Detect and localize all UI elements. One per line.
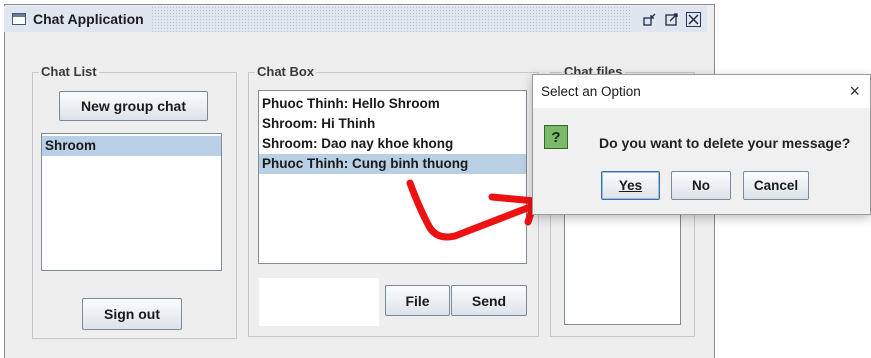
question-icon: ?	[544, 125, 568, 149]
yes-button-label: Yes	[618, 178, 643, 193]
confirm-dialog: Select an Option × ? Do you want to dele…	[532, 74, 871, 215]
cancel-button[interactable]: Cancel	[743, 171, 809, 200]
dialog-title-bar[interactable]: Select an Option ×	[533, 75, 870, 108]
no-button-label: No	[692, 178, 710, 193]
arrow-stroke	[406, 179, 534, 241]
dialog-message: Do you want to delete your message?	[599, 135, 851, 151]
no-button[interactable]: No	[671, 171, 731, 200]
yes-button[interactable]: Yes	[601, 171, 660, 200]
dialog-close-icon[interactable]: ×	[849, 81, 860, 102]
dialog-title: Select an Option	[541, 84, 641, 99]
